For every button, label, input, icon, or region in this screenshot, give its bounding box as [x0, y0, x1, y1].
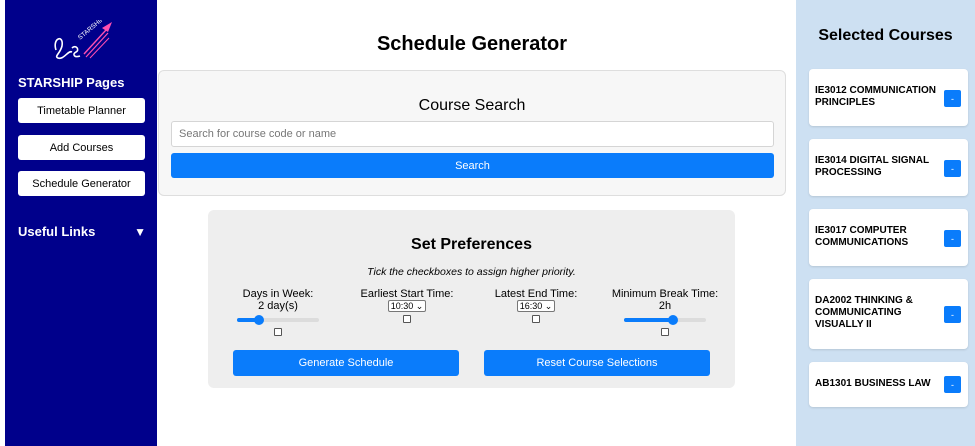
course-card: AB1301 BUSINESS LAW - [809, 362, 968, 407]
useful-links-toggle[interactable]: Useful Links ▼ [18, 224, 146, 239]
preferences-panel: Set Preferences Tick the checkboxes to a… [208, 210, 735, 388]
earliest-start-group: Earliest Start Time: 10:30 ⌄ [356, 288, 458, 323]
latest-end-priority-checkbox[interactable] [532, 315, 540, 323]
course-name: IE3017 COMPUTER COMMUNICATIONS [815, 225, 909, 248]
min-break-group: Minimum Break Time: 2h [610, 288, 720, 336]
earliest-start-value: 10:30 [390, 301, 414, 311]
remove-course-button[interactable]: - [944, 160, 961, 177]
min-break-slider[interactable] [624, 315, 706, 325]
search-button[interactable]: Search [171, 153, 774, 178]
latest-end-select[interactable]: 16:30 ⌄ [516, 300, 556, 312]
slider-fill [624, 318, 674, 322]
days-in-week-slider[interactable] [237, 315, 319, 325]
latest-end-label: Latest End Time: [494, 288, 578, 300]
selected-courses-title: Selected Courses [818, 27, 953, 44]
course-card: IE3017 COMPUTER COMMUNICATIONS - [809, 209, 968, 266]
sidebar: STARSHIP STARSHIP Pages Timetable Planne… [5, 0, 157, 446]
sidebar-title: STARSHIP Pages [18, 75, 125, 90]
days-in-week-label: Days in Week: [242, 288, 314, 300]
reset-course-selections-button[interactable]: Reset Course Selections [484, 350, 710, 376]
course-name: DA2002 THINKING & COMMUNICATING VISUALLY… [815, 295, 913, 330]
slider-thumb[interactable] [668, 315, 679, 325]
page-title: Schedule Generator [376, 33, 568, 55]
triangle-down-icon: ▼ [134, 224, 146, 239]
latest-end-group: Latest End Time: 16:30 ⌄ [488, 288, 584, 323]
course-search-title: Course Search [418, 97, 526, 114]
preferences-subtitle: Tick the checkboxes to assign higher pri… [367, 266, 576, 278]
search-input[interactable] [171, 121, 774, 147]
course-card: IE3012 COMMUNICATION PRINCIPLES - [809, 69, 968, 126]
days-in-week-group: Days in Week: 2 day(s) [231, 288, 325, 336]
remove-course-button[interactable]: - [944, 306, 961, 323]
earliest-start-select[interactable]: 10:30 ⌄ [387, 300, 427, 312]
days-in-week-value: 2 day(s) [258, 300, 298, 312]
schedule-generator-button[interactable]: Schedule Generator [18, 171, 145, 196]
course-name: IE3014 DIGITAL SIGNAL PROCESSING [815, 155, 929, 178]
days-in-week-priority-checkbox[interactable] [274, 328, 282, 336]
min-break-priority-checkbox[interactable] [661, 328, 669, 336]
logo-text: STARSHIP [77, 20, 106, 42]
starship-logo: STARSHIP [54, 20, 112, 60]
remove-course-button[interactable]: - [944, 376, 961, 393]
min-break-value: 2h [658, 300, 672, 312]
slider-thumb[interactable] [254, 315, 265, 325]
course-name: AB1301 BUSINESS LAW [815, 378, 931, 389]
course-card: DA2002 THINKING & COMMUNICATING VISUALLY… [809, 279, 968, 349]
min-break-label: Minimum Break Time: [611, 288, 719, 300]
remove-course-button[interactable]: - [944, 90, 961, 107]
timetable-planner-button[interactable]: Timetable Planner [18, 98, 145, 123]
course-card: IE3014 DIGITAL SIGNAL PROCESSING - [809, 139, 968, 196]
useful-links-label: Useful Links [18, 224, 96, 239]
course-name: IE3012 COMMUNICATION PRINCIPLES [815, 85, 936, 108]
earliest-start-priority-checkbox[interactable] [403, 315, 411, 323]
add-courses-button[interactable]: Add Courses [18, 135, 145, 160]
course-search-panel: Course Search Search [158, 70, 786, 196]
generate-schedule-button[interactable]: Generate Schedule [233, 350, 459, 376]
preferences-title: Set Preferences [411, 236, 532, 253]
latest-end-value: 16:30 [519, 301, 543, 311]
selected-courses-panel: Selected Courses IE3012 COMMUNICATION PR… [796, 0, 975, 446]
remove-course-button[interactable]: - [944, 230, 961, 247]
earliest-start-label: Earliest Start Time: [360, 288, 454, 300]
